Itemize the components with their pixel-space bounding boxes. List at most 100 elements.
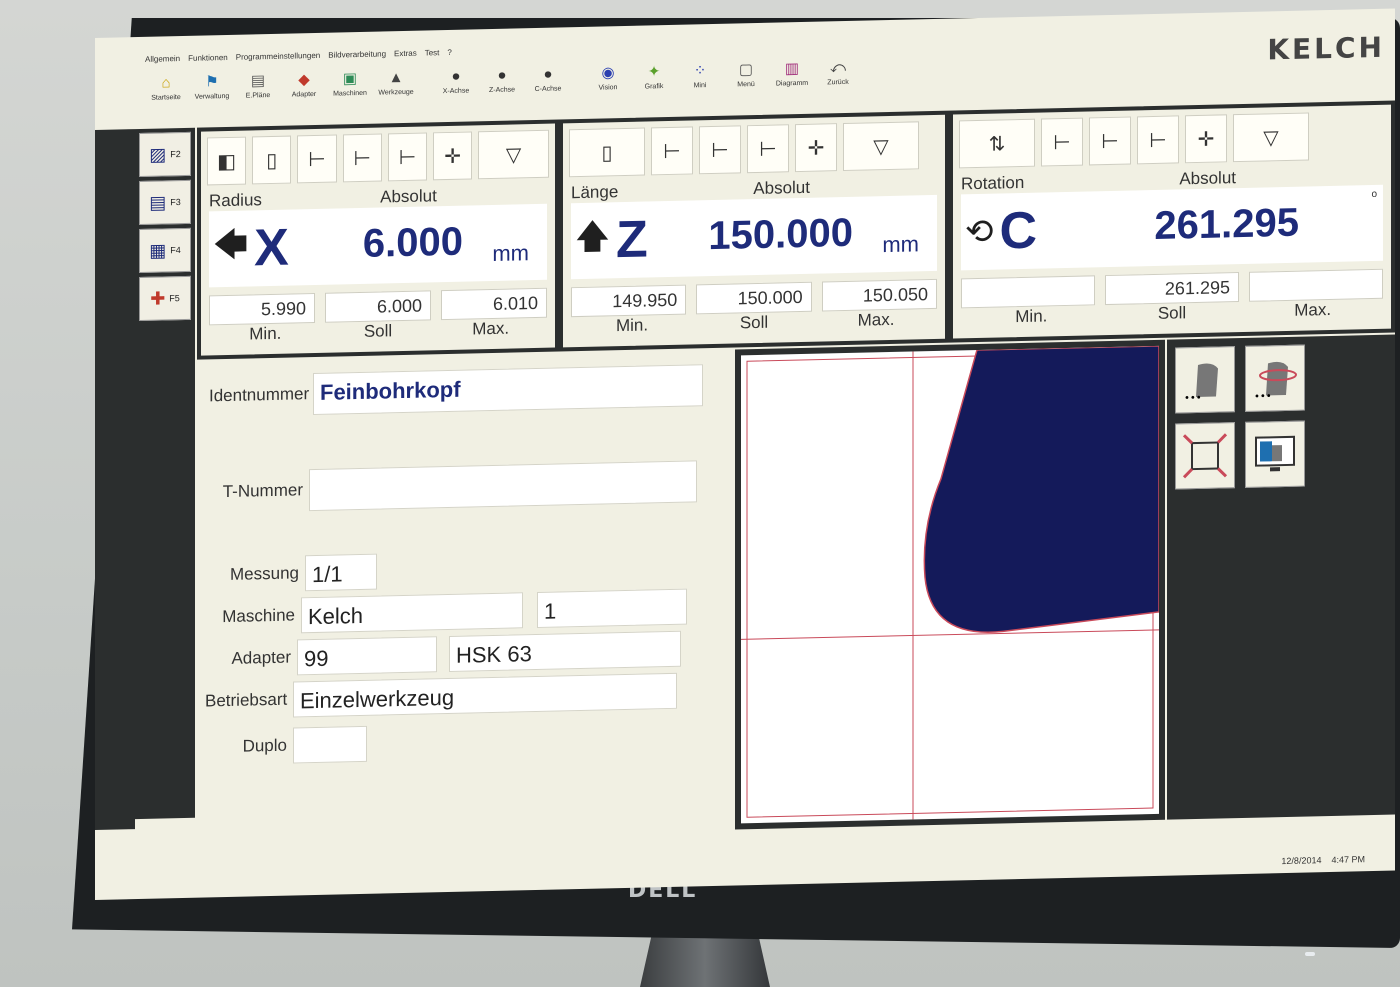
toolbar-label: Adapter bbox=[291, 90, 317, 99]
filter-icon[interactable]: ▽ bbox=[478, 129, 550, 180]
monitor-view-icon[interactable] bbox=[1245, 420, 1305, 488]
ident-label: Identnummer bbox=[209, 384, 310, 406]
adapter-input[interactable]: 99 bbox=[297, 636, 437, 676]
svg-text:•••: ••• bbox=[1184, 393, 1202, 404]
menu-item[interactable]: Bildverarbeitung bbox=[328, 49, 386, 64]
rotation-view-icon[interactable]: ••• bbox=[1245, 344, 1305, 412]
max-field[interactable]: 6.010 bbox=[441, 287, 547, 321]
max-field[interactable]: 150.050 bbox=[821, 278, 937, 312]
axis-readout: 🡄 X 6.000 mm bbox=[209, 203, 547, 288]
edge-right-icon[interactable]: ⊢ bbox=[1137, 115, 1179, 165]
function-key-f2[interactable]: ▨ F2 bbox=[139, 131, 191, 178]
status-time: 4:47 PM bbox=[1331, 854, 1365, 865]
toolbar-button[interactable]: ✦ Grafik bbox=[631, 61, 677, 108]
crosshair-icon[interactable]: ✛ bbox=[795, 123, 837, 173]
toolbar-button[interactable]: ▲ Werkzeuge bbox=[373, 67, 419, 114]
camera-view-frame bbox=[735, 339, 1165, 830]
min-field[interactable]: 149.950 bbox=[571, 284, 687, 318]
toolbar-button[interactable]: ⁘ Mini bbox=[677, 60, 723, 107]
ident-input[interactable]: Feinbohrkopf bbox=[313, 364, 703, 416]
toolbar-button[interactable]: ⌂ Startseite bbox=[143, 72, 189, 119]
toolbar-button[interactable]: ▤ E.Pläne bbox=[235, 70, 281, 117]
frame-icon[interactable]: ▯ bbox=[569, 127, 645, 178]
min-field[interactable]: 5.990 bbox=[209, 293, 315, 326]
axis-letter: C bbox=[999, 201, 1038, 261]
edge-mid-icon[interactable]: ⊢ bbox=[699, 125, 741, 175]
function-key-f4[interactable]: ▦ F4 bbox=[139, 227, 191, 274]
betriebsart-input[interactable]: Einzelwerkzeug bbox=[293, 672, 677, 718]
frame-icon[interactable]: ▯ bbox=[252, 135, 292, 185]
edge-left-icon[interactable]: ⊢ bbox=[1041, 117, 1083, 167]
measure-mode-icon[interactable]: ◧ bbox=[207, 136, 247, 186]
toolbar-button[interactable]: ● Z-Achse bbox=[479, 64, 525, 111]
duplo-input[interactable] bbox=[293, 725, 367, 764]
protocol-icon: ▦ bbox=[149, 239, 167, 261]
toolbar-button[interactable]: ⚑ Verwaltung bbox=[189, 71, 235, 118]
soll-field[interactable]: 261.295 bbox=[1105, 272, 1239, 306]
axis-letter: X bbox=[254, 218, 289, 278]
axis-panel-c: ⇅ ⊢ ⊢ ⊢ ✛ ▽ Rotation Absolut ⟲ C 261.295 … bbox=[949, 100, 1395, 343]
crosshair-horizontal bbox=[741, 629, 1159, 640]
edge-left-icon[interactable]: ⊢ bbox=[297, 134, 337, 184]
menu-item[interactable]: Programmeinstellungen bbox=[236, 51, 321, 67]
edge-left-icon[interactable]: ⊢ bbox=[651, 126, 693, 176]
tool-data-form: Identnummer Feinbohrkopf T-Nummer Messun… bbox=[195, 349, 725, 832]
camera-view[interactable] bbox=[741, 345, 1159, 824]
brand-logo: KELCH bbox=[1267, 30, 1385, 67]
menu-bar: Allgemein Funktionen Programmeinstellungen… bbox=[145, 48, 452, 69]
tool-icon: ▲ bbox=[388, 69, 404, 87]
max-field[interactable] bbox=[1249, 268, 1383, 302]
toolbar-button[interactable]: ◉ Vision bbox=[585, 62, 631, 109]
function-key-f5[interactable]: ✚ F5 bbox=[139, 275, 191, 322]
maschine-input[interactable]: Kelch bbox=[301, 592, 523, 634]
menu-item[interactable]: Test bbox=[425, 48, 440, 62]
z-axis-icon: ● bbox=[497, 66, 507, 84]
crosshair-icon[interactable]: ✛ bbox=[433, 131, 473, 181]
axis-panel-x: ◧ ▯ ⊢ ⊢ ⊢ ✛ ▽ Radius Absolut 🡄 X 6.000 mm… bbox=[197, 119, 559, 360]
crosshair-icon[interactable]: ✛ bbox=[1185, 114, 1227, 164]
messung-input[interactable]: 1/1 bbox=[305, 553, 377, 592]
toolbar-button[interactable]: ▣ Maschinen bbox=[327, 68, 373, 115]
menu-item[interactable]: Funktionen bbox=[188, 53, 228, 68]
axis-name: Rotation bbox=[961, 172, 1025, 194]
toolbar-button[interactable]: ● C-Achse bbox=[525, 63, 571, 110]
adapter-icon: ◆ bbox=[298, 71, 310, 89]
edge-mid-icon[interactable]: ⊢ bbox=[1089, 116, 1131, 166]
toolbar-button[interactable]: ⤺ Zurück bbox=[815, 57, 861, 104]
tool-view-icon[interactable]: ••• bbox=[1175, 346, 1235, 414]
filter-icon[interactable]: ▽ bbox=[843, 121, 919, 172]
x-axis-icon: ● bbox=[451, 67, 461, 85]
toolbar-label: Diagramm bbox=[775, 79, 809, 88]
toolbar-label: E.Pläne bbox=[245, 92, 271, 100]
function-key-f3[interactable]: ▤ F3 bbox=[139, 179, 191, 226]
axis-readout: ⟲ C 261.295 o bbox=[961, 184, 1383, 271]
menu-item[interactable]: ? bbox=[447, 48, 451, 62]
zoom-frame-icon[interactable] bbox=[1175, 422, 1235, 490]
menu-item[interactable]: Extras bbox=[394, 49, 417, 64]
view-buttons: ••• ••• bbox=[1167, 335, 1337, 820]
rotation-mode-icon[interactable]: ⇅ bbox=[959, 118, 1035, 169]
toolbar-button[interactable]: ▥ Diagramm bbox=[769, 58, 815, 105]
graphic-icon: ✦ bbox=[647, 63, 661, 81]
min-field[interactable] bbox=[961, 275, 1095, 309]
mini-icon: ⁘ bbox=[693, 62, 707, 80]
edge-right-icon[interactable]: ⊢ bbox=[387, 132, 428, 182]
toolbar-label: Maschinen bbox=[333, 89, 367, 98]
toolbar-button[interactable]: ● X-Achse bbox=[433, 65, 479, 112]
adapter-type-input[interactable]: HSK 63 bbox=[449, 630, 681, 672]
soll-field[interactable]: 6.000 bbox=[325, 290, 431, 323]
toolbar-button[interactable]: ▢ Menü bbox=[723, 59, 769, 106]
maschine-number-input[interactable]: 1 bbox=[537, 588, 687, 628]
messung-label: Messung bbox=[230, 563, 299, 584]
menu-item[interactable]: Allgemein bbox=[145, 54, 180, 69]
rotate-icon: ⟲ bbox=[965, 212, 994, 252]
max-label: Max. bbox=[1294, 299, 1332, 320]
soll-field[interactable]: 150.000 bbox=[696, 281, 812, 315]
tool-silhouette bbox=[741, 345, 1159, 820]
tnum-input[interactable] bbox=[309, 460, 697, 512]
toolbar-label: Vision bbox=[598, 84, 618, 92]
edge-mid-icon[interactable]: ⊢ bbox=[342, 133, 382, 183]
filter-icon[interactable]: ▽ bbox=[1233, 112, 1309, 163]
toolbar-button[interactable]: ◆ Adapter bbox=[281, 69, 327, 116]
edge-right-icon[interactable]: ⊢ bbox=[747, 124, 789, 174]
